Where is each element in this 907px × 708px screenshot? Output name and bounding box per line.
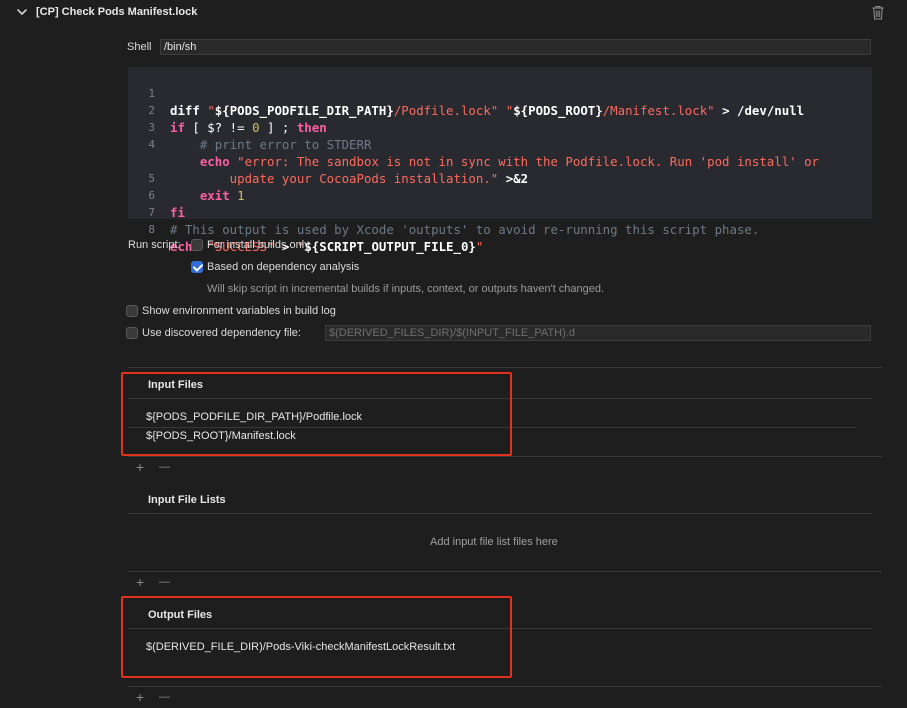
show-env-vars-checkbox[interactable]: [126, 305, 138, 317]
install-builds-only-checkbox[interactable]: [191, 239, 203, 251]
divider: [128, 456, 882, 457]
add-output-file-button[interactable]: +: [136, 690, 144, 704]
dependency-file-field[interactable]: $(DERIVED_FILES_DIR)/$(INPUT_FILE_PATH).…: [325, 325, 871, 341]
remove-input-file-button[interactable]: —: [159, 460, 170, 474]
shell-field[interactable]: /bin/sh: [160, 39, 871, 55]
code-line: 4 echo "error: The sandbox is not in syn…: [128, 119, 872, 169]
chevron-down-icon[interactable]: [16, 6, 28, 18]
highlight-box: [121, 372, 512, 456]
code-line: 2 if [ $? != 0 ] ; then: [128, 85, 872, 135]
code-line: 5 exit 1: [128, 153, 872, 203]
shell-label: Shell: [127, 41, 152, 53]
install-builds-only-label[interactable]: For install builds only: [207, 239, 310, 251]
dependency-analysis-checkbox[interactable]: [191, 261, 203, 273]
input-file-lists-empty-hint: Add input file list files here: [430, 536, 558, 548]
divider: [128, 367, 882, 368]
build-phase-header[interactable]: [CP] Check Pods Manifest.lock: [0, 0, 907, 26]
run-script-label: Run script:: [128, 239, 181, 251]
script-editor[interactable]: 1 diff "${PODS_PODFILE_DIR_PATH}/Podfile…: [128, 67, 872, 254]
code-line: 7 # This output is used by Xcode 'output…: [128, 187, 872, 237]
divider: [128, 686, 882, 687]
line-content: # This output is used by Xcode 'outputs'…: [170, 222, 760, 237]
line-number: 8: [148, 223, 155, 236]
code-line: 8 echo "SUCCESS" > "${SCRIPT_OUTPUT_FILE…: [128, 204, 872, 254]
trash-icon[interactable]: [871, 5, 885, 20]
remove-output-file-button[interactable]: —: [159, 690, 170, 704]
add-input-file-button[interactable]: +: [136, 460, 144, 474]
divider: [128, 571, 882, 572]
divider: [128, 513, 872, 514]
highlight-box: [121, 596, 512, 678]
dependency-hint: Will skip script in incremental builds i…: [207, 283, 605, 295]
input-file-lists-title: Input File Lists: [148, 494, 226, 506]
phase-title: [CP] Check Pods Manifest.lock: [36, 6, 198, 18]
code-line: 3 # print error to STDERR: [128, 102, 872, 152]
code-line: update your CocoaPods installation." >&2: [128, 136, 872, 186]
remove-input-file-list-button[interactable]: —: [159, 575, 170, 589]
show-env-vars-label[interactable]: Show environment variables in build log: [142, 305, 336, 317]
code-line: 1 diff "${PODS_PODFILE_DIR_PATH}/Podfile…: [128, 68, 872, 118]
dependency-analysis-label[interactable]: Based on dependency analysis: [207, 261, 359, 273]
code-line: 6 fi: [128, 170, 872, 220]
discovered-dependency-checkbox[interactable]: [126, 327, 138, 339]
discovered-dependency-label[interactable]: Use discovered dependency file:: [142, 327, 301, 339]
add-input-file-list-button[interactable]: +: [136, 575, 144, 589]
